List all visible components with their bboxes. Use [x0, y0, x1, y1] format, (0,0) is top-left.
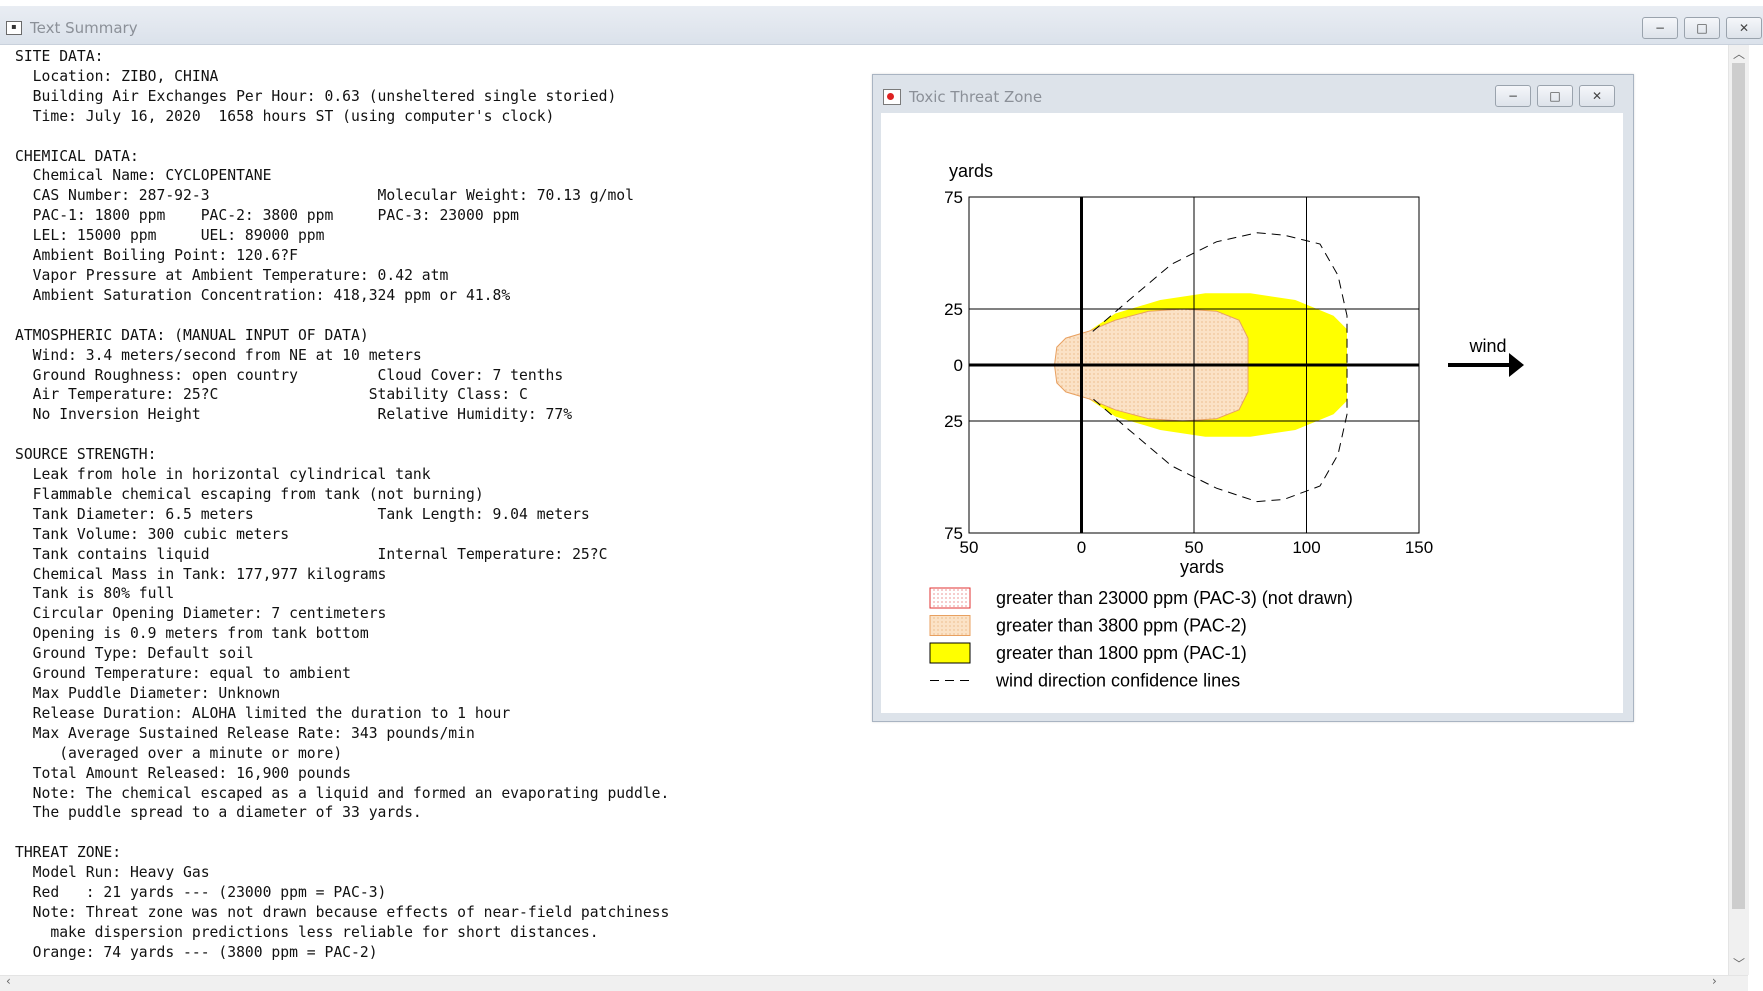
x-tick-label: 100 [1292, 538, 1320, 557]
y-axis-label: yards [949, 161, 993, 181]
legend-label: greater than 3800 ppm (PAC-2) [996, 616, 1247, 636]
close-button[interactable]: ✕ [1726, 17, 1762, 39]
y-tick-label: 25 [944, 412, 963, 431]
toxic-window-titlebar[interactable]: Toxic Threat Zone − □ ✕ [873, 75, 1633, 113]
legend-label: greater than 23000 ppm (PAC-3) (not draw… [996, 588, 1353, 608]
summary-text: SITE DATA: Location: ZIBO, CHINA Buildin… [15, 48, 670, 961]
toxic-threat-zone-window: Toxic Threat Zone − □ ✕ 50 0 50 100 150 … [872, 74, 1634, 722]
text-summary-titlebar[interactable]: ▪ Text Summary − □ ✕ [0, 6, 1763, 45]
legend-swatch-pac2 [929, 615, 971, 636]
wind-arrow-icon [1509, 353, 1524, 377]
minimize-button[interactable]: − [1642, 17, 1678, 39]
toxic-minimize-button[interactable]: − [1495, 85, 1531, 107]
y-tick-label: 75 [944, 188, 963, 207]
legend-swatch-pac3 [929, 587, 971, 609]
scrollbar-thumb[interactable] [1732, 63, 1745, 909]
scroll-down-arrow-icon[interactable]: ﹀ [1729, 955, 1749, 973]
vertical-scrollbar[interactable]: ︿ ﹀ [1728, 45, 1749, 975]
app-icon: ▪ [6, 21, 22, 35]
toxic-maximize-button[interactable]: □ [1537, 85, 1573, 107]
toxic-close-button[interactable]: ✕ [1579, 85, 1615, 107]
toxic-window-icon [883, 89, 901, 105]
y-tick-label: 25 [944, 300, 963, 319]
scroll-left-arrow-icon[interactable]: ‹ [6, 974, 11, 988]
legend-swatch-pac1 [929, 642, 971, 664]
threat-zone-plot-area: 50 0 50 100 150 75 25 0 25 75 yards yards wind grea… [881, 113, 1623, 713]
toxic-window-title: Toxic Threat Zone [909, 88, 1043, 106]
threat-zone-chart: 50 0 50 100 150752502575yardsyards wind grea… [929, 161, 1524, 691]
legend-label: wind direction confidence lines [995, 671, 1240, 691]
y-tick-label: 0 [954, 356, 963, 375]
window-title: Text Summary [30, 19, 138, 37]
x-tick-label: 0 [1077, 538, 1086, 557]
horizontal-scrollbar[interactable]: ‹ › [0, 974, 1748, 991]
x-tick-label: 50 [1185, 538, 1204, 557]
legend-label: greater than 1800 ppm (PAC-1) [996, 643, 1247, 663]
x-tick-label: 150 [1405, 538, 1433, 557]
wind-label: wind [1468, 336, 1506, 356]
scroll-right-arrow-icon[interactable]: › [1712, 974, 1717, 988]
maximize-button[interactable]: □ [1684, 17, 1720, 39]
x-axis-label: yards [1180, 557, 1224, 577]
text-summary-window: ▪ Text Summary − □ ✕ SITE DATA: Location… [0, 6, 1763, 991]
scroll-up-arrow-icon[interactable]: ︿ [1729, 45, 1749, 63]
y-tick-label: 75 [944, 524, 963, 543]
